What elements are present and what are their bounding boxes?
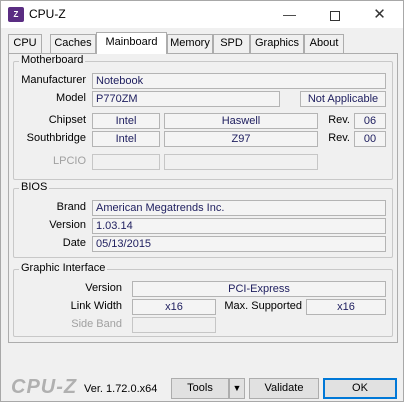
max-supported-value: x16 [306,299,386,315]
bios-brand-value: American Megatrends Inc. [92,200,386,216]
tab-mainboard[interactable]: Mainboard [96,32,167,54]
southbridge-rev-label: Rev. [328,132,350,144]
close-icon: ✕ [373,6,386,23]
bios-group-title: BIOS [19,181,50,193]
motherboard-group: Motherboard Manufacturer Notebook Model … [13,54,393,180]
link-width-value: x16 [132,299,216,315]
southbridge-rev-value: 00 [354,131,386,147]
footer-bar: CPU-Z Ver. 1.72.0.x64 Tools ▼ Validate O… [1,374,403,402]
bios-version-label: Version [49,219,86,231]
side-band-label: Side Band [71,318,122,330]
manufacturer-value: Notebook [92,73,386,89]
southbridge-vendor-value: Intel [92,131,160,147]
minimize-button[interactable]: — [267,1,312,28]
cpu-z-window: Z CPU-Z — ✕ CPU Caches Mainboard Memory … [0,0,404,402]
validate-button[interactable]: Validate [249,378,319,399]
bios-date-value: 05/13/2015 [92,236,386,252]
lpcio-name-value [164,154,318,170]
gi-version-value: PCI-Express [132,281,386,297]
max-supported-label: Max. Supported [224,300,302,312]
model-revision-value: Not Applicable [300,91,386,107]
model-label: Model [56,92,86,104]
chipset-vendor-value: Intel [92,113,160,129]
ok-button[interactable]: OK [323,378,397,399]
southbridge-label: Southbridge [26,132,86,144]
lpcio-vendor-value [92,154,160,170]
tab-spd[interactable]: SPD [213,34,250,53]
tools-button[interactable]: Tools [171,378,229,399]
cpu-z-app-icon: Z [8,7,24,22]
chevron-down-icon: ▼ [232,383,242,393]
graphic-interface-group-title: Graphic Interface [19,262,108,274]
bios-version-value: 1.03.14 [92,218,386,234]
chipset-label: Chipset [48,114,86,126]
side-band-value [132,317,216,333]
cpu-z-logo: CPU-Z [11,376,78,398]
version-text: Ver. 1.72.0.x64 [84,383,158,395]
maximize-icon [329,10,340,21]
chipset-rev-label: Rev. [328,114,350,126]
model-value: P770ZM [92,91,280,107]
tab-caches[interactable]: Caches [50,34,96,53]
window-title: CPU-Z [29,7,66,21]
bios-date-label: Date [62,237,86,249]
title-bar[interactable]: Z CPU-Z — ✕ [1,1,403,28]
motherboard-group-title: Motherboard [19,54,86,66]
bios-brand-label: Brand [56,201,86,213]
maximize-button[interactable] [312,1,357,28]
minimize-icon: — [283,7,296,22]
chipset-name-value: Haswell [164,113,318,129]
chipset-rev-value: 06 [354,113,386,129]
tab-memory[interactable]: Memory [167,34,213,53]
close-button[interactable]: ✕ [357,1,402,28]
southbridge-name-value: Z97 [164,131,318,147]
tools-dropdown-button[interactable]: ▼ [229,378,245,399]
mainboard-panel: Motherboard Manufacturer Notebook Model … [8,53,398,343]
tab-graphics[interactable]: Graphics [250,34,304,53]
lpcio-label: LPCIO [52,155,86,167]
tab-about[interactable]: About [304,34,344,53]
graphic-interface-group: Graphic Interface Version PCI-Express Li… [13,262,393,337]
tab-cpu[interactable]: CPU [8,34,42,53]
gi-version-label: Version [85,282,122,294]
link-width-label: Link Width [70,300,122,312]
bios-group: BIOS Brand American Megatrends Inc. Vers… [13,181,393,258]
manufacturer-label: Manufacturer [21,74,86,86]
